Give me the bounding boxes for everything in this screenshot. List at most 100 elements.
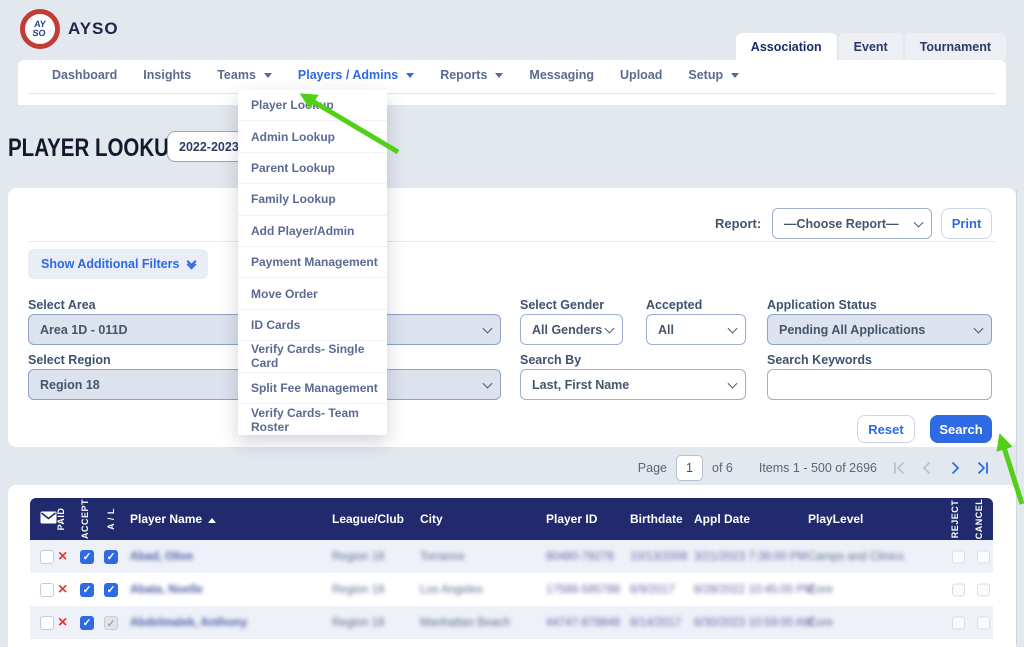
membership-year-select[interactable]: 2022-2023 [167, 131, 247, 162]
menu-item-payment-management[interactable]: Payment Management [238, 247, 387, 278]
first-page-icon[interactable] [890, 459, 908, 477]
chevron-down-icon [483, 323, 493, 333]
cancel-checkbox[interactable] [977, 616, 990, 629]
pagination-bar: Page of 6 Items 1 - 500 of 2696 [638, 453, 992, 483]
column-header-birthdate[interactable]: Birthdate [630, 512, 683, 526]
player-id-cell: 80480-78278 [546, 551, 614, 563]
menu-item-family-lookup[interactable]: Family Lookup [238, 184, 387, 215]
print-button[interactable]: Print [941, 208, 992, 239]
caret-down-icon [406, 73, 414, 78]
accept-checkbox[interactable] [80, 550, 94, 564]
column-header-player-id[interactable]: Player ID [546, 512, 597, 526]
report-select[interactable]: —Choose Report— [772, 208, 932, 239]
city-cell: Los Angeles [420, 584, 483, 596]
chevron-down-icon [728, 378, 738, 388]
column-header-paid[interactable]: PAID [56, 508, 66, 531]
cancel-checkbox[interactable] [977, 550, 990, 563]
chevron-down-icon [914, 217, 924, 227]
accepted-dropdown[interactable]: All [646, 314, 746, 345]
brand-name: AYSO [68, 19, 119, 39]
reset-button[interactable]: Reset [857, 415, 915, 443]
menu-item-parent-lookup[interactable]: Parent Lookup [238, 153, 387, 184]
nav-setup[interactable]: Setup [688, 68, 739, 82]
nav-reports[interactable]: Reports [440, 68, 503, 82]
row-select-checkbox[interactable] [40, 550, 54, 564]
row-select-checkbox[interactable] [40, 583, 54, 597]
column-header-league-club[interactable]: League/Club [332, 512, 404, 526]
player-name-link[interactable]: Abdelmalek, Anthony [130, 617, 247, 629]
search-keywords-label: Search Keywords [767, 353, 872, 367]
row-select-checkbox[interactable] [40, 616, 54, 630]
search-button[interactable]: Search [930, 415, 992, 443]
nav-insights[interactable]: Insights [143, 68, 191, 82]
search-by-dropdown[interactable]: Last, First Name [520, 369, 746, 400]
previous-page-icon[interactable] [918, 459, 936, 477]
player-name-link[interactable]: Abata, Noelle [130, 584, 203, 596]
tab-association[interactable]: Association [736, 33, 837, 60]
accept-checkbox[interactable] [80, 583, 94, 597]
appl-date-cell: 6/28/2022 10:45:00 PM [694, 584, 814, 596]
paid-x-icon[interactable]: × [58, 549, 67, 565]
select-area-label: Select Area [28, 298, 96, 312]
menu-item-admin-lookup[interactable]: Admin Lookup [238, 121, 387, 152]
nav-dashboard[interactable]: Dashboard [52, 68, 117, 82]
players-grid: PAID ACCEPT A / L Player Name League/Clu… [30, 498, 993, 639]
sort-ascending-icon [208, 518, 216, 523]
page-of-label: of 6 [712, 461, 733, 475]
column-header-accept[interactable]: ACCEPT [80, 499, 90, 539]
select-gender-dropdown[interactable]: All Genders [520, 314, 623, 345]
select-region-label: Select Region [28, 353, 111, 367]
reject-checkbox[interactable] [952, 550, 965, 563]
main-navbar: Dashboard Insights Teams Players / Admin… [18, 60, 1006, 105]
page-scrollbar[interactable] [1016, 190, 1017, 645]
column-header-reject[interactable]: REJECT [950, 500, 960, 539]
table-row: × Abdelmalek, Anthony Region 18 Manhatta… [30, 606, 993, 639]
envelope-icon[interactable] [40, 511, 57, 527]
city-cell: Manhattan Beach [420, 617, 510, 629]
nav-messaging[interactable]: Messaging [529, 68, 594, 82]
column-header-city[interactable]: City [420, 512, 443, 526]
appl-date-cell: 6/30/2023 10:59:00 AM [694, 617, 813, 629]
nav-teams[interactable]: Teams [217, 68, 272, 82]
page-number-input[interactable] [676, 455, 703, 481]
al-checkbox-disabled[interactable] [104, 616, 118, 630]
league-cell: Region 18 [332, 551, 384, 563]
paid-x-icon[interactable]: × [58, 582, 67, 598]
reject-checkbox[interactable] [952, 583, 965, 596]
column-header-play-level[interactable]: PlayLevel [808, 512, 863, 526]
accept-checkbox[interactable] [80, 616, 94, 630]
menu-item-verify-cards-single[interactable]: Verify Cards- Single Card [238, 341, 387, 372]
menu-item-player-lookup[interactable]: Player Lookup [238, 90, 387, 121]
column-header-player-name[interactable]: Player Name [130, 512, 216, 526]
paid-x-icon[interactable]: × [58, 615, 67, 631]
column-header-appl-date[interactable]: Appl Date [694, 512, 750, 526]
tab-event[interactable]: Event [839, 33, 903, 60]
caret-down-icon [495, 73, 503, 78]
page-label: Page [638, 461, 667, 475]
player-name-link[interactable]: Abad, Olive [130, 551, 193, 563]
column-header-al[interactable]: A / L [106, 508, 116, 530]
menu-item-move-order[interactable]: Move Order [238, 278, 387, 309]
menu-item-verify-cards-team[interactable]: Verify Cards- Team Roster [238, 404, 387, 435]
show-additional-filters-button[interactable]: Show Additional Filters [28, 249, 208, 279]
chevron-down-icon [483, 378, 493, 388]
menu-item-split-fee-management[interactable]: Split Fee Management [238, 373, 387, 404]
reject-checkbox[interactable] [952, 616, 965, 629]
top-header: AYSO AYSO Association Event Tournament [0, 0, 1024, 60]
last-page-icon[interactable] [974, 459, 992, 477]
accepted-label: Accepted [646, 298, 702, 312]
application-status-dropdown[interactable]: Pending All Applications [767, 314, 992, 345]
column-header-cancel[interactable]: CANCEL [974, 499, 984, 540]
tab-tournament[interactable]: Tournament [905, 33, 1006, 60]
menu-item-id-cards[interactable]: ID Cards [238, 310, 387, 341]
table-row: × Abata, Noelle Region 18 Los Angeles 17… [30, 573, 993, 606]
menu-item-add-player-admin[interactable]: Add Player/Admin [238, 216, 387, 247]
search-keywords-input[interactable] [767, 369, 992, 400]
next-page-icon[interactable] [946, 459, 964, 477]
nav-players-admins[interactable]: Players / Admins [298, 68, 414, 82]
league-cell: Region 18 [332, 584, 384, 596]
al-checkbox[interactable] [104, 583, 118, 597]
cancel-checkbox[interactable] [977, 583, 990, 596]
nav-upload[interactable]: Upload [620, 68, 662, 82]
al-checkbox[interactable] [104, 550, 118, 564]
